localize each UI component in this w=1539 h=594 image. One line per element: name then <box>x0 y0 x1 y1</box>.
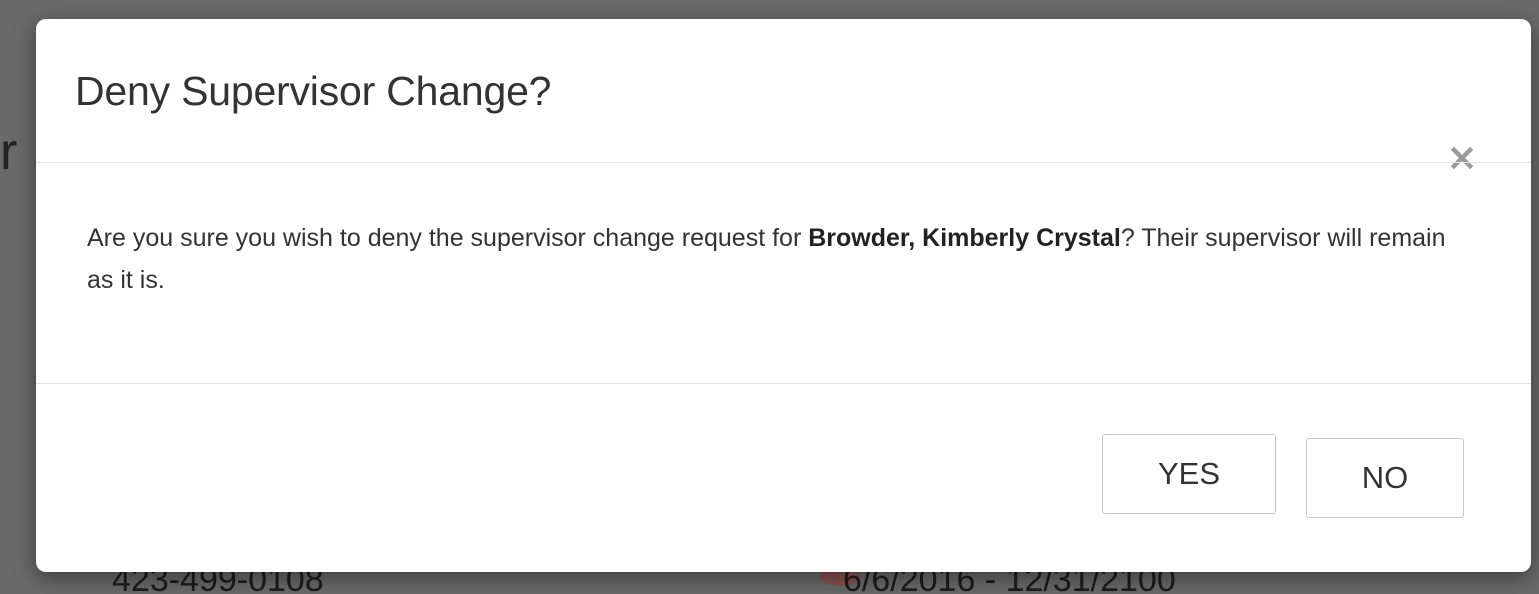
footer-divider <box>36 383 1531 384</box>
close-icon[interactable]: × <box>1444 138 1480 176</box>
background-heading-fragment: r <box>0 123 18 181</box>
message-text-before: Are you sure you wish to deny the superv… <box>87 224 809 252</box>
dialog-message: Are you sure you wish to deny the superv… <box>87 217 1467 301</box>
employee-name: Browder, Kimberly Crystal <box>808 224 1121 252</box>
no-button[interactable]: NO <box>1306 438 1464 518</box>
header-divider <box>36 162 1531 163</box>
dialog-title: Deny Supervisor Change? <box>75 68 552 114</box>
deny-supervisor-change-dialog: Deny Supervisor Change? × Are you sure y… <box>36 19 1531 572</box>
yes-button[interactable]: YES <box>1102 434 1276 514</box>
